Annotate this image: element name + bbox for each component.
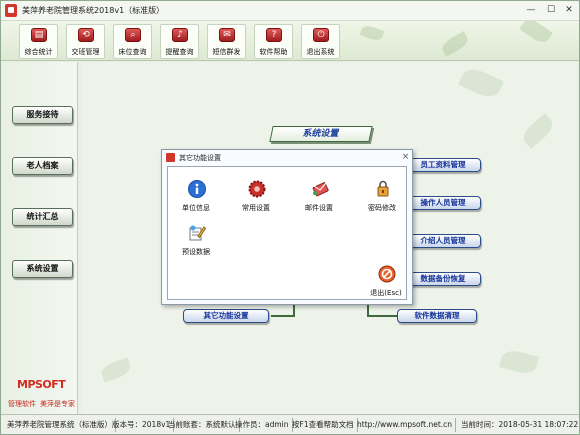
- exit-icon: [378, 265, 396, 283]
- toolbar-handover-button[interactable]: ⟲ 交班管理: [66, 24, 105, 59]
- preset-data-icon: [189, 225, 206, 241]
- sidebar: 服务接待 老人档案 统计汇总 系统设置 MPSOFT 管理软件 美萍是专家: [3, 62, 78, 414]
- leaf-decoration: [99, 357, 133, 383]
- app-logo-icon: [166, 153, 175, 162]
- mail-icon: [312, 182, 329, 197]
- maximize-button[interactable]: ☐: [544, 3, 558, 17]
- module-referrers[interactable]: 介绍人员管理: [405, 234, 481, 248]
- item-label: 单位信息: [182, 204, 210, 212]
- leaf-decoration: [359, 23, 385, 43]
- preset-data-button[interactable]: 预设数据: [171, 224, 221, 262]
- toolbar-stats-button[interactable]: ▤ 综合统计: [19, 24, 58, 59]
- password-icon: [377, 180, 389, 197]
- bed-search-icon: ⌕: [125, 28, 141, 42]
- toolbar-button-label: 综合统计: [24, 48, 53, 56]
- window-title: 美萍养老院管理系统2018v1（标准版）: [22, 6, 165, 15]
- app-logo-icon: [5, 4, 17, 17]
- info-icon: [188, 180, 206, 198]
- gear-icon: [248, 180, 266, 198]
- status-account: 当前账套：系统默认: [165, 418, 240, 432]
- status-operator: 操作员：admin: [232, 418, 293, 432]
- close-button[interactable]: ✕: [562, 3, 576, 17]
- dialog-exit-button[interactable]: 退出(Esc): [361, 265, 411, 303]
- toolbar-button-label: 退出系统: [306, 48, 335, 56]
- module-staff-records[interactable]: 员工资料管理: [405, 158, 481, 172]
- stats-icon: ▤: [31, 28, 47, 42]
- sidebar-item-statistics[interactable]: 统计汇总: [12, 208, 73, 226]
- dialog-title-bar: 其它功能设置 ⨯: [162, 150, 412, 165]
- item-label: 退出(Esc): [370, 289, 402, 297]
- item-label: 预设数据: [182, 248, 210, 256]
- other-settings-dialog: 其它功能设置 ⨯ 单位信息 常用设置 邮件设置 密码修改 预设数据 退出(Esc…: [161, 149, 413, 305]
- status-help: 按F1查看帮助文档: [289, 418, 358, 432]
- status-website[interactable]: http://www.mpsoft.net.cn: [354, 418, 457, 432]
- module-backup-restore[interactable]: 数据备份恢复: [405, 272, 481, 286]
- item-label: 邮件设置: [305, 204, 333, 212]
- mail-settings-button[interactable]: 邮件设置: [294, 180, 344, 218]
- toolbar-button-label: 交班管理: [71, 48, 100, 56]
- reminder-icon: ♪: [172, 28, 188, 42]
- logo-text: MPSOFT: [17, 378, 66, 391]
- leaf-decoration: [519, 21, 553, 47]
- mpsoft-logo: MPSOFT: [17, 378, 66, 391]
- sidebar-item-elder-records[interactable]: 老人档案: [12, 157, 73, 175]
- exit-icon: ⏻: [313, 28, 329, 42]
- system-settings-title: 系统设置: [269, 126, 373, 142]
- status-time: 当前时间：2018-05-31 18:07:22: [461, 420, 579, 429]
- app-window: 美萍养老院管理系统2018v1（标准版） — ☐ ✕ ▤ 综合统计 ⟲ 交班管理…: [0, 0, 580, 435]
- toolbar-button-label: 软件帮助: [259, 48, 288, 56]
- sidebar-item-settings[interactable]: 系统设置: [12, 260, 73, 278]
- dialog-body: 单位信息 常用设置 邮件设置 密码修改 预设数据 退出(Esc): [167, 166, 407, 300]
- toolbar-button-label: 提醒查询: [165, 48, 194, 56]
- common-settings-button[interactable]: 常用设置: [231, 180, 281, 218]
- toolbar-help-button[interactable]: ? 软件帮助: [254, 24, 293, 59]
- sidebar-item-service[interactable]: 服务接待: [12, 106, 73, 124]
- title-bar: 美萍养老院管理系统2018v1（标准版） — ☐ ✕: [1, 1, 579, 21]
- status-bar: 美萍养老院管理系统（标准版） 版本号：2018v1 当前账套：系统默认 操作员：…: [1, 414, 579, 434]
- sms-icon: ✉: [219, 28, 235, 42]
- connector-line: [367, 315, 397, 317]
- toolbar-button-label: 床位查询: [118, 48, 147, 56]
- password-change-button[interactable]: 密码修改: [357, 180, 407, 218]
- module-operators[interactable]: 操作人员管理: [405, 196, 481, 210]
- toolbar-sms-button[interactable]: ✉ 短信群发: [207, 24, 246, 59]
- help-icon: ?: [266, 28, 282, 42]
- leaf-decoration: [519, 113, 557, 149]
- tagline-left: 管理软件: [8, 400, 36, 408]
- leaf-decoration: [458, 64, 504, 102]
- toolbar-bed-search-button[interactable]: ⌕ 床位查询: [113, 24, 152, 59]
- dialog-close-button[interactable]: ⨯: [400, 151, 411, 163]
- tagline-right: 美萍是专家: [40, 400, 75, 408]
- leaf-decoration: [439, 30, 471, 58]
- dialog-title: 其它功能设置: [179, 154, 221, 162]
- connector-line: [293, 305, 295, 317]
- toolbar: ▤ 综合统计 ⟲ 交班管理 ⌕ 床位查询 ♪ 提醒查询 ✉ 短信群发 ? 软件帮…: [1, 21, 579, 61]
- toolbar-exit-button[interactable]: ⏻ 退出系统: [301, 24, 340, 59]
- item-label: 常用设置: [242, 204, 270, 212]
- unit-info-button[interactable]: 单位信息: [171, 180, 221, 218]
- connector-line: [271, 315, 295, 317]
- status-product: 美萍养老院管理系统（标准版）: [4, 418, 116, 432]
- toolbar-reminder-button[interactable]: ♪ 提醒查询: [160, 24, 199, 59]
- module-other-settings[interactable]: 其它功能设置: [183, 309, 269, 323]
- item-label: 密码修改: [368, 204, 396, 212]
- minimize-button[interactable]: —: [524, 3, 538, 17]
- toolbar-button-label: 短信群发: [212, 48, 241, 56]
- leaf-decoration: [499, 347, 539, 377]
- handover-icon: ⟲: [78, 28, 94, 42]
- module-data-cleanup[interactable]: 软件数据清理: [397, 309, 477, 323]
